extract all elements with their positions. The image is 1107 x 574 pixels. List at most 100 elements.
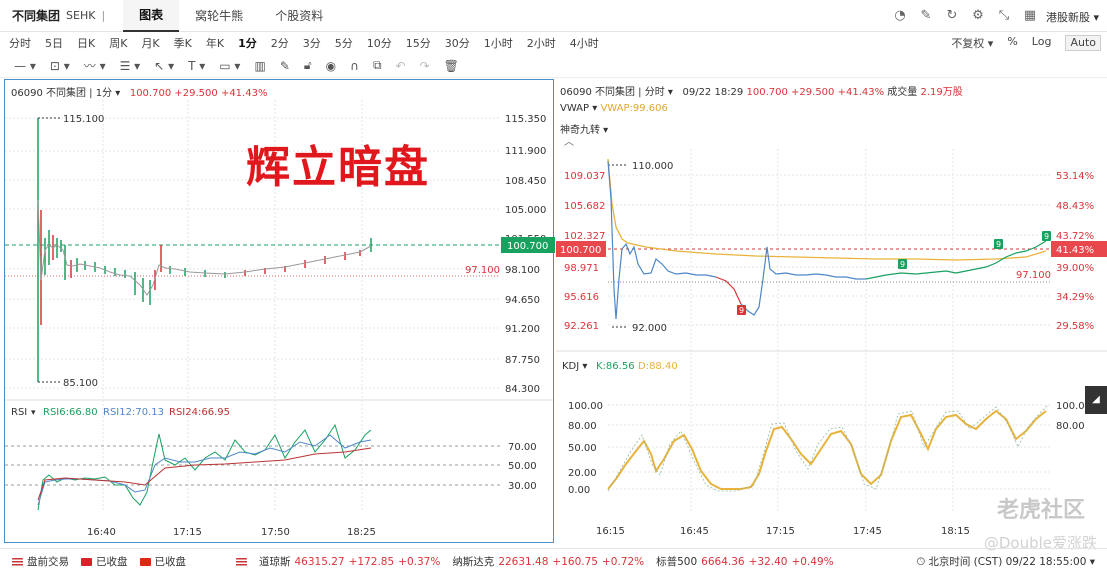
redo-icon[interactable]: ↷ — [420, 59, 430, 73]
top-bar: 不同集团 SEHK | 图表 窝轮牛熊 个股资料 ◔ ✎ ↻ ⚙ ⤡ ▦ 港股新… — [0, 0, 1107, 32]
kdj-d-value: D:88.40 — [638, 361, 678, 372]
tab-warrants[interactable]: 窝轮牛熊 — [179, 0, 259, 32]
period-quarter-k[interactable]: 季K — [165, 35, 197, 51]
axis-tick: 0.00 — [568, 485, 590, 496]
axis-tick: 17:50 — [261, 527, 290, 538]
period-5d[interactable]: 5日 — [36, 35, 68, 51]
axis-tick: 111.900 — [505, 146, 546, 157]
grid-icon[interactable]: ▦ — [1023, 8, 1037, 23]
axis-tick: 18:15 — [941, 526, 970, 537]
index-name: 标普500 — [656, 556, 698, 568]
period-3min[interactable]: 3分 — [294, 35, 326, 51]
signal-badge-text: 9 — [996, 240, 1001, 249]
layers-icon[interactable]: ⧉ — [373, 58, 382, 73]
signal-badge-text: 9 — [739, 306, 744, 315]
undo-icon[interactable]: ↶ — [396, 59, 406, 73]
pen-icon[interactable]: ✎ — [280, 59, 290, 73]
rsi-title[interactable]: RSI — [11, 407, 27, 418]
axis-tick: 17:45 — [853, 526, 882, 537]
refresh-icon[interactable]: ↻ — [945, 8, 959, 23]
eye-icon[interactable]: ◉ — [326, 59, 336, 73]
period-day-k[interactable]: 日K — [68, 35, 100, 51]
side-panel-toggle[interactable]: ◢ — [1085, 386, 1107, 414]
index-dow[interactable]: 道琼斯 46315.27 +172.85 +0.37% — [236, 554, 440, 569]
arrow-tool-icon[interactable]: ↖ ▾ — [154, 59, 174, 73]
magnet-icon[interactable]: ∩ — [350, 59, 359, 73]
axis-tick: 39.00% — [1056, 263, 1094, 274]
axis-tick: 95.616 — [564, 292, 599, 303]
chart-options: 不复权 ▾ % Log Auto — [951, 35, 1101, 51]
axis-tick: 80.00 — [568, 421, 597, 432]
axis-tick: 109.037 — [564, 171, 605, 182]
percent-toggle[interactable]: % — [1007, 35, 1017, 51]
period-week-k[interactable]: 周K — [100, 35, 132, 51]
hk-new-stock-dropdown[interactable]: 港股新股 ▾ — [1046, 9, 1099, 25]
stock-name: 不同集团 — [12, 9, 61, 23]
tab-chart[interactable]: 图表 — [123, 0, 180, 32]
speedometer-icon[interactable]: ◔ — [893, 8, 907, 23]
low-marker-label: 92.000 — [632, 323, 667, 334]
axis-tick: 92.261 — [564, 321, 599, 332]
lock-icon[interactable]: 🔓︎ — [304, 58, 312, 73]
period-15min[interactable]: 15分 — [397, 35, 436, 51]
kdj-d-line — [607, 409, 1047, 490]
collapse-icon[interactable]: ︿ — [564, 137, 574, 148]
period-month-k[interactable]: 月K — [132, 35, 164, 51]
trash-icon[interactable]: 🗑︎ — [444, 59, 459, 73]
signal-badge-text: 9 — [1044, 232, 1049, 241]
period-10min[interactable]: 10分 — [358, 35, 397, 51]
edit-icon[interactable]: ✎ — [919, 8, 933, 23]
axis-tick: 17:15 — [766, 526, 795, 537]
hk-market-status: 已收盘 — [81, 554, 128, 569]
settings-icon[interactable]: ⚙ — [971, 8, 985, 23]
axis-tick: 16:40 — [87, 527, 116, 538]
rsi24-value: RSI24:66.95 — [169, 407, 230, 418]
period-30min[interactable]: 30分 — [436, 35, 475, 51]
rsi6-value: RSI6:66.80 — [43, 407, 98, 418]
axis-tick: 53.14% — [1056, 171, 1094, 182]
rsi-dropdown-icon[interactable]: ▾ — [31, 408, 36, 418]
kdj-axis-left: 100.00 80.00 50.00 20.00 0.00 — [568, 401, 603, 496]
period-1h[interactable]: 1小时 — [475, 35, 518, 51]
kdj-title[interactable]: KDJ ▾ — [562, 361, 587, 372]
axis-tick: 16:45 — [680, 526, 709, 537]
tiger-community-watermark: 老虎社区 — [996, 498, 1085, 523]
line-tool-icon[interactable]: — ▾ — [14, 59, 36, 73]
log-toggle[interactable]: Log — [1032, 35, 1052, 51]
period-year-k[interactable]: 年K — [197, 35, 229, 51]
period-4h[interactable]: 4小时 — [561, 35, 604, 51]
period-1min[interactable]: 1分 — [229, 35, 262, 51]
index-sp500[interactable]: 标普500 6664.36 +32.40 +0.49% — [656, 554, 833, 569]
right-chart-panel[interactable]: 06090 不同集团 | 分时 ▾ 09/22 18:29 100.700 +2… — [556, 79, 1107, 543]
index-nasdaq[interactable]: 纳斯达克 22631.48 +160.75 +0.72% — [452, 554, 644, 569]
wave-tool-icon[interactable]: 〰 ▾ — [84, 57, 106, 74]
right-chart-svg: ︿ 109.037 105.682 102.327 98.971 95.616 … — [556, 137, 1107, 537]
current-price-tag-left-label: 100.700 — [560, 245, 601, 256]
beijing-time[interactable]: 🕓︎ 北京时间 (CST) 09/22 18:55:00 ▾ — [917, 554, 1095, 569]
drawing-toolbar: — ▾ ⊡ ▾ 〰 ▾ ☰ ▾ ↖ ▾ T ▾ ▭ ▾ ▥ ✎ 🔓︎ ◉ ∩ ⧉… — [0, 54, 1107, 78]
stock-exchange: SEHK — [66, 9, 96, 22]
period-2min[interactable]: 2分 — [262, 35, 294, 51]
period-bar: 分时 5日 日K 周K 月K 季K 年K 1分 2分 3分 5分 10分 15分… — [0, 32, 1107, 54]
axis-tick: 94.650 — [505, 295, 540, 306]
high-marker-label: 115.100 — [63, 114, 104, 125]
period-2h[interactable]: 2小时 — [518, 35, 561, 51]
axis-tick: 98.100 — [505, 265, 540, 276]
rect-tool-icon[interactable]: ⊡ ▾ — [50, 59, 70, 73]
bar-tool-icon[interactable]: ▥ — [254, 59, 265, 73]
period-5min[interactable]: 5分 — [326, 35, 358, 51]
axis-tick: 108.450 — [505, 176, 546, 187]
period-intraday[interactable]: 分时 — [0, 35, 36, 51]
tab-profile[interactable]: 个股资料 — [259, 0, 339, 32]
adjust-dropdown[interactable]: 不复权 ▾ — [951, 35, 993, 51]
cn-flag-icon — [139, 557, 151, 566]
axis-tick: 84.300 — [505, 384, 540, 395]
fib-tool-icon[interactable]: ☰ ▾ — [120, 59, 141, 73]
ref-price-label: 97.100 — [1016, 270, 1051, 281]
fullscreen-icon[interactable]: ⤡ — [997, 8, 1011, 23]
label-tool-icon[interactable]: ▭ ▾ — [219, 59, 240, 73]
axis-tick: 18:25 — [347, 527, 376, 538]
ref-price-label: 97.100 — [465, 265, 500, 276]
auto-toggle[interactable]: Auto — [1065, 35, 1101, 51]
text-tool-icon[interactable]: T ▾ — [188, 59, 205, 73]
